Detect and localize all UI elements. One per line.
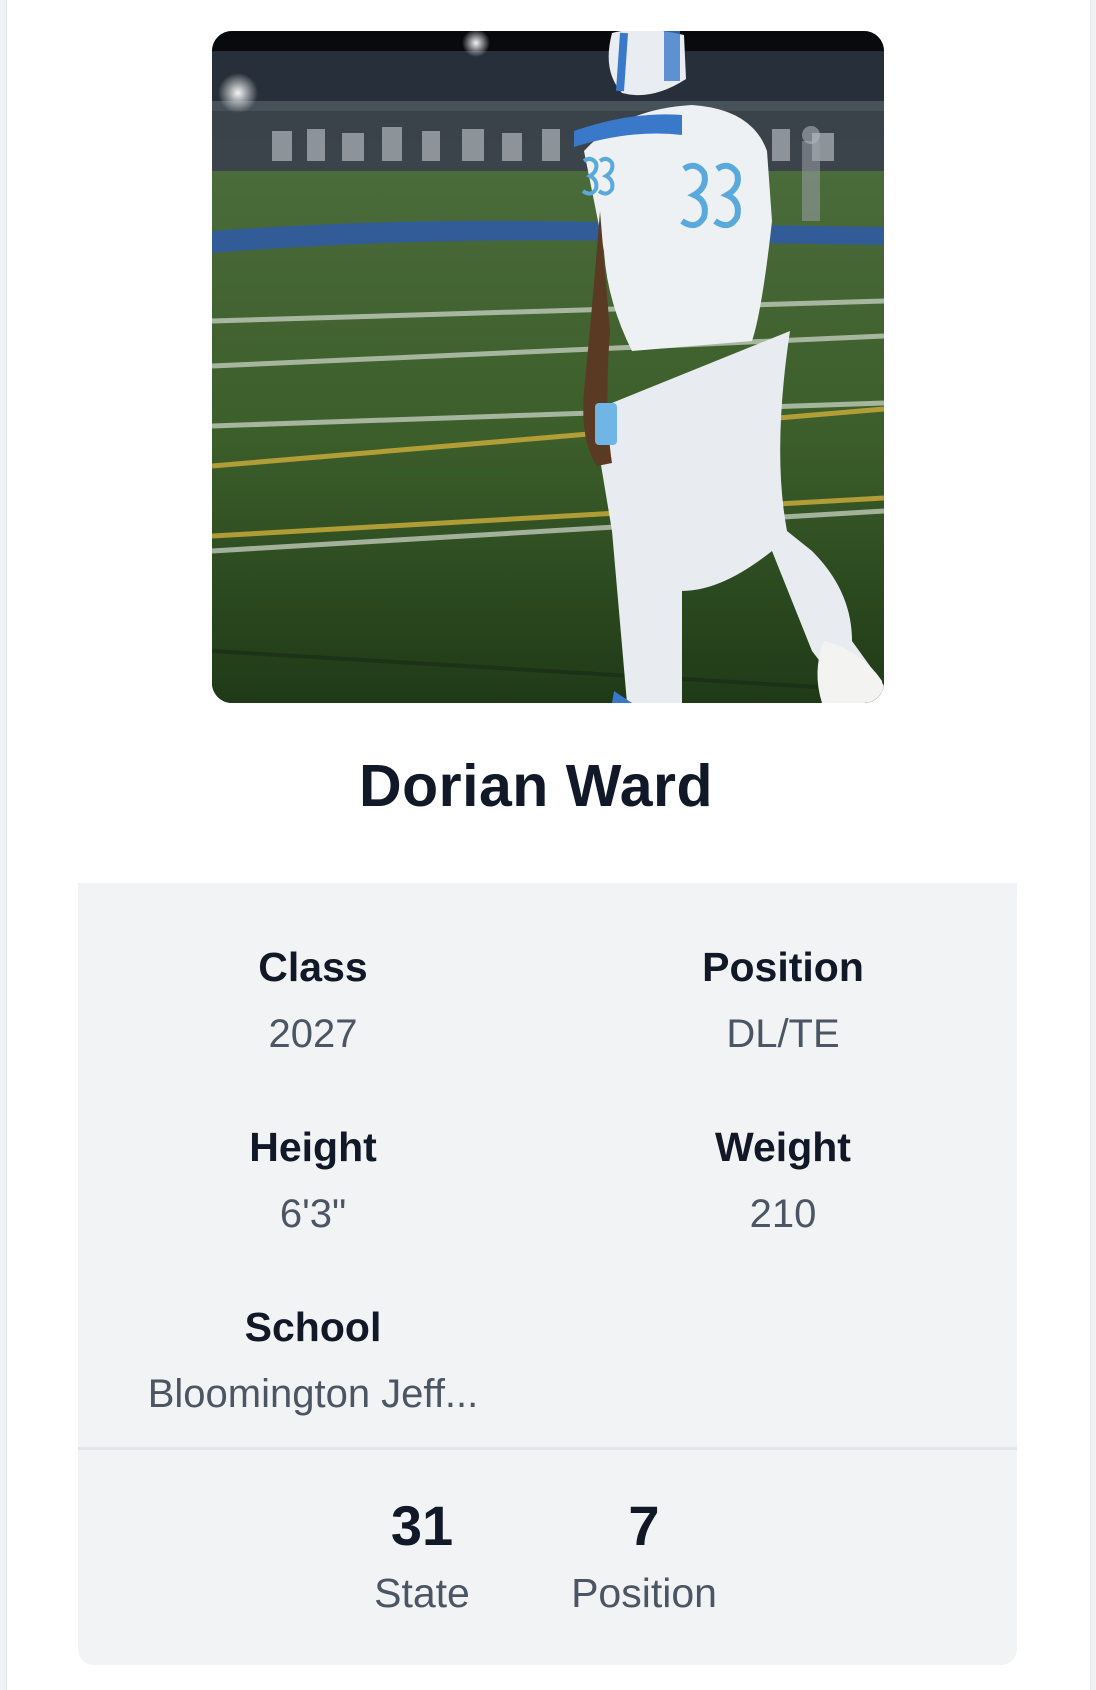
player-profile-page: Dorian Ward Class 2027 Position DL/TE He… bbox=[0, 0, 1096, 1690]
position-rank-value: 7 bbox=[628, 1494, 660, 1557]
school-value: Bloomington Jeff... bbox=[147, 1372, 479, 1416]
height-label: Height bbox=[249, 1124, 377, 1170]
right-edge bbox=[1090, 0, 1096, 1690]
player-details-card: Class 2027 Position DL/TE Height 6'3" We… bbox=[78, 883, 1017, 1665]
position-rank-label: Position bbox=[571, 1570, 717, 1616]
state-rank-label: State bbox=[374, 1570, 470, 1616]
position-value: DL/TE bbox=[726, 1012, 840, 1056]
attribute-weight: Weight 210 bbox=[548, 1121, 1018, 1240]
weight-label: Weight bbox=[715, 1124, 851, 1170]
card-divider bbox=[78, 1447, 1017, 1450]
player-photo-illustration bbox=[212, 31, 884, 703]
player-name: Dorian Ward bbox=[358, 753, 714, 819]
attribute-school: School Bloomington Jeff... bbox=[78, 1301, 548, 1420]
attribute-height: Height 6'3" bbox=[78, 1121, 548, 1240]
attribute-class: Class 2027 bbox=[78, 941, 548, 1060]
attribute-position: Position DL/TE bbox=[548, 941, 1018, 1060]
left-edge bbox=[0, 0, 7, 1690]
class-value: 2027 bbox=[268, 1012, 358, 1056]
ranking-position: 7 Position bbox=[534, 1493, 754, 1619]
player-photo[interactable] bbox=[212, 31, 884, 703]
position-label: Position bbox=[702, 944, 864, 990]
class-label: Class bbox=[258, 944, 368, 990]
school-label: School bbox=[244, 1304, 382, 1350]
state-rank-value: 31 bbox=[390, 1494, 454, 1557]
ranking-state: 31 State bbox=[312, 1493, 532, 1619]
weight-value: 210 bbox=[749, 1192, 817, 1236]
height-value: 6'3" bbox=[279, 1192, 347, 1236]
